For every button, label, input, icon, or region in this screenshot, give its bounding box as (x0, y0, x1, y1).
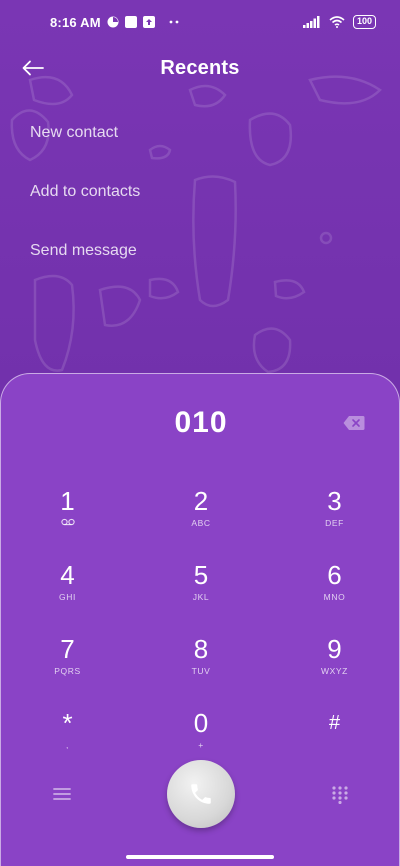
key-digit: 4 (60, 560, 75, 590)
back-button[interactable] (22, 54, 54, 82)
signal-icon (302, 16, 321, 28)
key-1[interactable]: 1 (1, 482, 134, 556)
backspace-icon (343, 416, 365, 430)
header: Recents (0, 46, 400, 90)
key-digit: 1 (60, 486, 75, 516)
key-4[interactable]: 4 GHI (1, 556, 134, 630)
square-status-icon (124, 16, 137, 28)
arrow-left-icon (22, 60, 44, 76)
menu-button[interactable] (53, 787, 71, 801)
key-digit: 3 (327, 486, 342, 516)
phone-icon (191, 784, 211, 804)
key-letters: MNO (323, 592, 346, 602)
key-letters: + (198, 740, 204, 750)
more-dots-icon (169, 20, 179, 24)
key-2[interactable]: 2 ABC (134, 482, 268, 556)
key-3[interactable]: 3 DEF (268, 482, 400, 556)
send-message-option[interactable]: Send message (30, 231, 140, 290)
key-letters: GHI (59, 592, 76, 602)
key-letters: PQRS (54, 666, 81, 676)
dialpad-icon (332, 786, 348, 805)
key-digit: 2 (193, 486, 209, 516)
status-bar: 8:16 AM 100 (0, 0, 400, 44)
new-contact-option[interactable]: New contact (30, 113, 140, 172)
home-indicator[interactable] (126, 855, 274, 859)
status-right: 100 (302, 15, 376, 29)
upload-status-icon (142, 16, 155, 28)
dialer-bottom-row (1, 757, 400, 828)
voicemail-icon (60, 518, 75, 530)
key-digit: 5 (193, 560, 209, 590)
key-letters: ABC (191, 518, 211, 528)
key-6[interactable]: 6 MNO (268, 556, 400, 630)
call-button[interactable] (167, 760, 235, 828)
backspace-button[interactable] (343, 415, 365, 431)
hamburger-menu-icon (53, 788, 71, 800)
status-time: 8:16 AM (50, 14, 101, 30)
key-letters: , (66, 740, 69, 750)
key-letters: TUV (191, 666, 211, 676)
keypad: 1 2 ABC 3 DEF 4 GHI 5 JKL 6 MNO 7 PQRS 8… (1, 482, 400, 778)
status-left: 8:16 AM (50, 15, 179, 30)
page-title: Recents (160, 56, 240, 79)
key-8[interactable]: 8 TUV (134, 630, 268, 704)
wifi-icon (329, 16, 345, 28)
key-digit: * (62, 708, 73, 738)
key-digit: 8 (193, 634, 209, 664)
key-letters: DEF (325, 518, 344, 528)
circle-status-icon (107, 16, 119, 28)
key-digit: 9 (327, 634, 342, 664)
add-to-contacts-option[interactable]: Add to contacts (30, 172, 140, 231)
key-digit: 0 (193, 708, 209, 738)
action-menu: New contact Add to contacts Send message (30, 113, 140, 290)
key-7[interactable]: 7 PQRS (1, 630, 134, 704)
key-letters: WXYZ (321, 666, 348, 676)
dialer-panel: 010 1 2 ABC 3 DEF 4 GHI 5 JKL 6 MNO 7 PQ… (0, 373, 400, 866)
key-digit: 6 (327, 560, 342, 590)
key-digit: 7 (60, 634, 75, 664)
key-letters: JKL (192, 592, 210, 602)
key-5[interactable]: 5 JKL (134, 556, 268, 630)
key-9[interactable]: 9 WXYZ (268, 630, 400, 704)
key-digit: # (328, 712, 341, 734)
battery-icon: 100 (352, 15, 376, 29)
dialpad-toggle-button[interactable] (331, 786, 349, 805)
dialed-number: 010 (174, 406, 228, 439)
